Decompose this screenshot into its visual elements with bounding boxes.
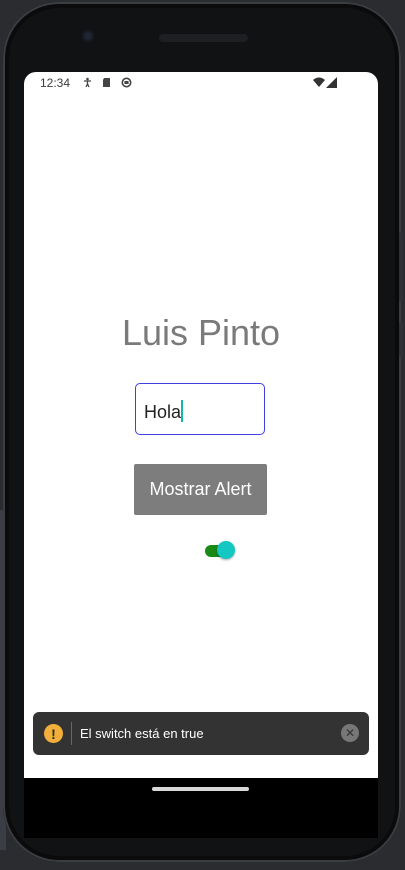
sd-card-icon [103,78,110,87]
show-alert-button[interactable]: Mostrar Alert [134,464,267,515]
status-bar: 12:34 [24,72,378,94]
cellular-signal-icon [326,77,337,88]
toast-notification: ! El switch está en true ✕ [33,712,369,755]
page-title: Luis Pinto [121,312,281,353]
power-button [399,322,403,357]
front-camera-icon [82,30,94,42]
toast-divider [71,722,72,745]
status-time: 12:34 [40,76,71,90]
toggle-switch-thumb[interactable] [217,541,235,559]
home-indicator[interactable] [152,787,249,791]
text-cursor [181,400,184,422]
sync-icon [121,77,132,88]
warning-icon: ! [44,724,63,743]
close-icon[interactable]: ✕ [341,724,359,742]
speaker-grille [159,34,248,42]
volume-button [399,232,403,302]
text-input[interactable]: Hola [135,383,265,435]
text-input-value: Hola [144,402,182,422]
accessibility-icon [84,77,91,88]
wifi-icon [313,77,325,87]
phone-screen: 12:34 Luis Pinto Hola Mostrar Alert ! El… [24,72,378,778]
toast-message: El switch está en true [80,726,204,741]
